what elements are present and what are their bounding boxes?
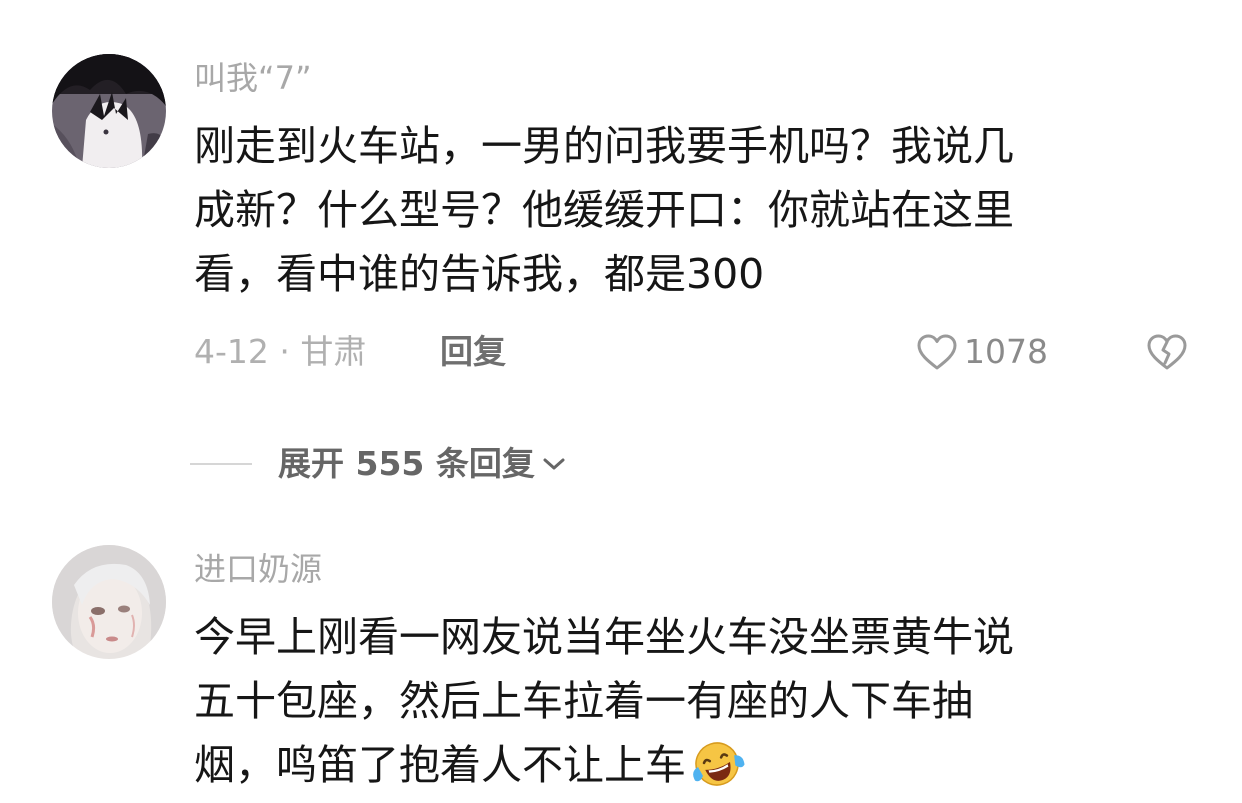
comment-text-line: 刚走到火车站，一男的问我要手机吗？我说几	[194, 122, 1014, 170]
like-count: 1078	[964, 332, 1048, 371]
chevron-down-icon	[543, 458, 565, 470]
reply-button[interactable]: 回复	[440, 328, 506, 376]
comment-meta-row: 4-12 · 甘肃 回复 1078	[194, 328, 1194, 376]
username[interactable]: 叫我“7”	[194, 58, 312, 98]
comment-text-segment: 烟，鸣笛了抱着人不让上车	[194, 741, 686, 789]
comment-text: 刚走到火车站，一男的问我要手机吗？我说几 成新？什么型号？他缓缓开口：你就站在这…	[194, 114, 1184, 306]
like-button[interactable]: 1078	[916, 328, 1048, 376]
divider-line	[190, 463, 252, 465]
comment-item: 进口奶源 今早上刚看一网友说当年坐火车没坐票黄牛说 五十包座，然后上车拉着一有座…	[0, 525, 1242, 803]
comment-text-line: 今早上刚看一网友说当年坐火车没坐票黄牛说	[194, 613, 1014, 661]
avatar-image	[52, 545, 166, 659]
heart-outline-icon	[917, 334, 957, 370]
comment-text-line: 成新？什么型号？他缓缓开口：你就站在这里	[194, 186, 1014, 234]
avatar[interactable]	[52, 54, 166, 168]
broken-heart-icon[interactable]	[1146, 333, 1188, 371]
comment-text-line: 看，看中谁的告诉我，都是300	[194, 250, 765, 298]
username[interactable]: 进口奶源	[194, 549, 322, 589]
expand-replies-button[interactable]: 展开 555 条回复	[278, 440, 567, 488]
expand-replies-label: 展开 555 条回复	[278, 444, 535, 483]
avatar[interactable]	[52, 545, 166, 659]
comment-text-line: 五十包座，然后上车拉着一有座的人下车抽	[194, 677, 973, 725]
date-location: 4-12 · 甘肃	[194, 332, 367, 371]
laughing-crying-emoji	[693, 742, 745, 786]
comment-item: 叫我“7” 刚走到火车站，一男的问我要手机吗？我说几 成新？什么型号？他缓缓开口…	[0, 0, 1242, 483]
avatar-image	[52, 54, 166, 168]
expand-replies-row: 展开 555 条回复	[190, 440, 567, 488]
comment-text: 今早上刚看一网友说当年坐火车没坐票黄牛说 五十包座，然后上车拉着一有座的人下车抽…	[194, 605, 1184, 797]
comment-text-line: 烟，鸣笛了抱着人不让上车	[194, 733, 1184, 797]
